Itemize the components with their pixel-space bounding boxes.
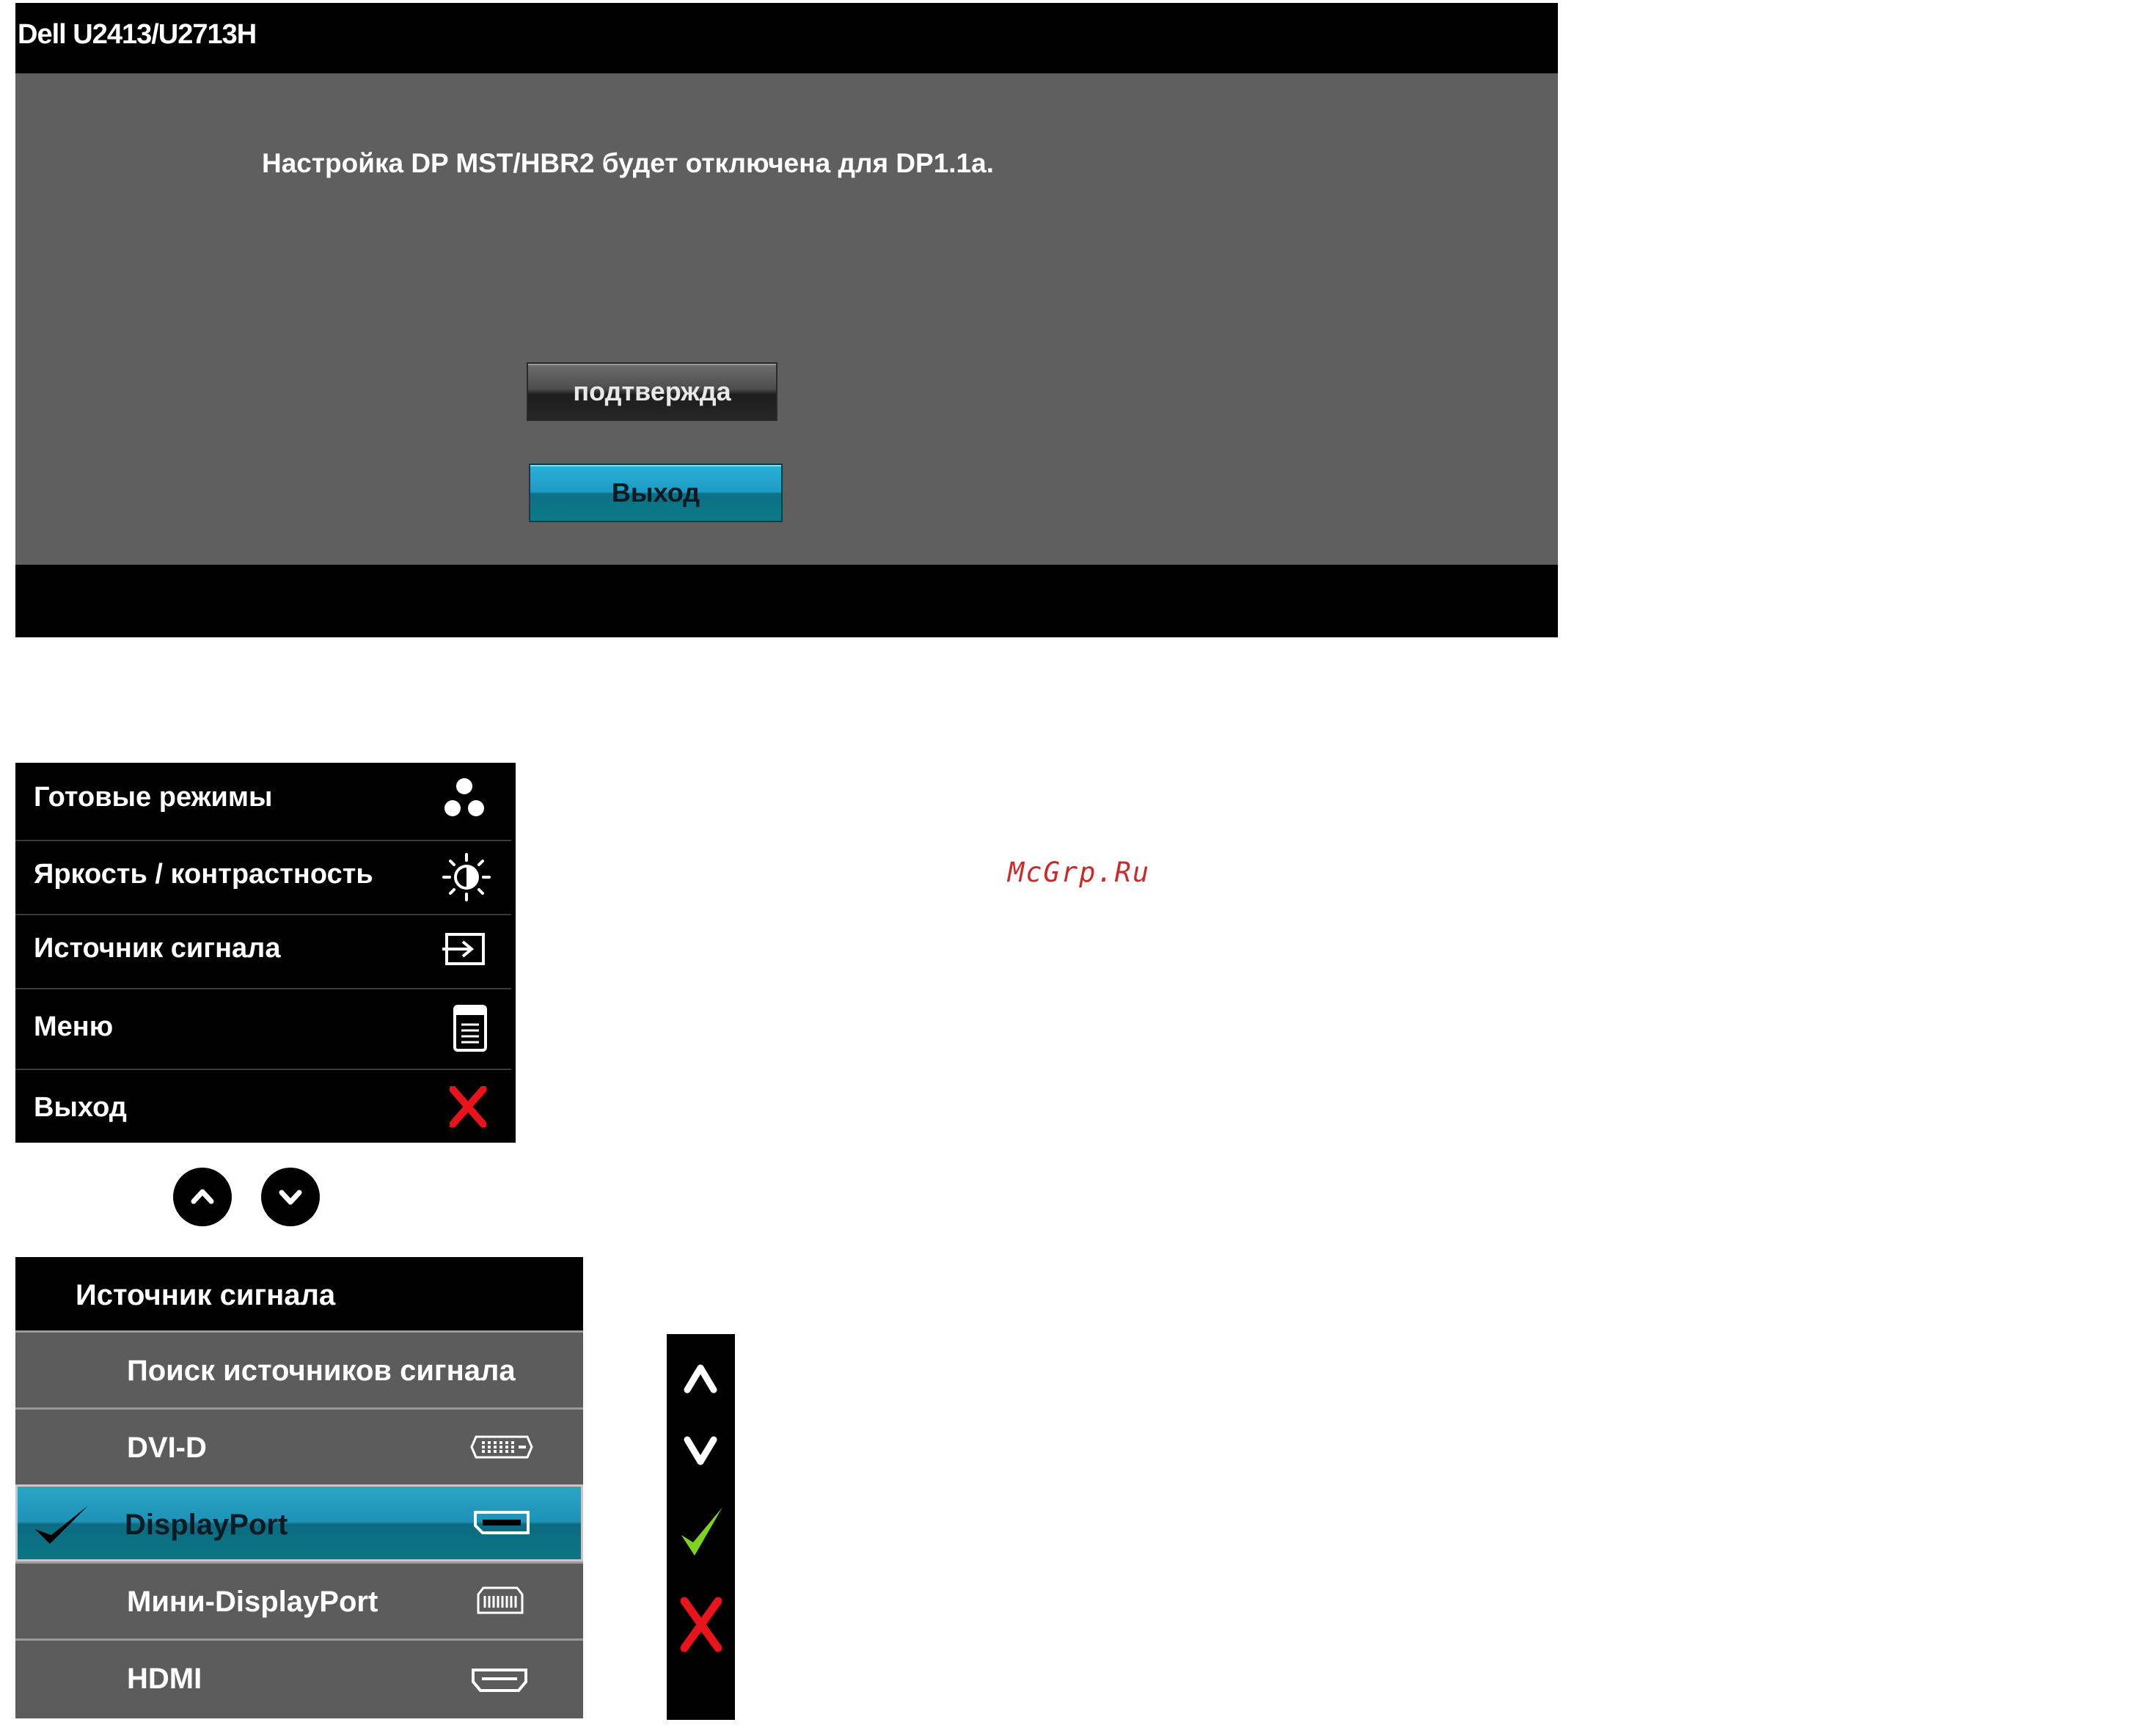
osd-dialog-window: Dell U2413/U2713H Настройка DP MST/HBR2 … [15, 3, 1558, 637]
quick-menu-item-preset-modes[interactable]: Готовые режимы [15, 763, 511, 841]
hdmi-connector-icon [470, 1667, 529, 1697]
source-item-dvi-d[interactable]: DVI-D [15, 1407, 583, 1483]
brightness-contrast-icon [441, 851, 492, 907]
source-item-label: DisplayPort [125, 1509, 288, 1541]
input-source-icon [441, 931, 486, 972]
source-item-displayport[interactable]: DisplayPort [15, 1484, 583, 1561]
source-item-mini-displayport[interactable]: Мини-DisplayPort [15, 1561, 583, 1637]
menu-icon [453, 1004, 488, 1056]
quick-menu-item-input-source[interactable]: Источник сигнала [15, 915, 511, 989]
quick-menu-item-brightness[interactable]: Яркость / контрастность [15, 841, 511, 915]
nav-down-button[interactable] [261, 1168, 320, 1226]
quick-menu-item-label: Источник сигнала [34, 933, 281, 964]
nav-up-button[interactable] [173, 1168, 232, 1226]
side-control-bar [667, 1334, 735, 1720]
source-item-label: DVI-D [127, 1432, 207, 1464]
source-item-label: HDMI [127, 1663, 202, 1695]
quick-menu-item-label: Меню [34, 1011, 114, 1042]
displayport-connector-icon [472, 1510, 531, 1539]
confirm-button-label: подтвержда [573, 376, 731, 406]
quick-menu-item-menu[interactable]: Меню [15, 989, 511, 1070]
up-arrow-icon [684, 1364, 717, 1393]
quick-menu-item-label: Выход [34, 1092, 127, 1123]
quick-menu-item-label: Готовые режимы [34, 782, 273, 813]
source-menu-header: Источник сигнала [15, 1257, 583, 1330]
selected-check-icon [32, 1503, 91, 1552]
side-confirm-button[interactable] [667, 1500, 735, 1573]
source-item-auto-select[interactable]: Поиск источников сигнала [15, 1330, 583, 1406]
watermark: McGrp.Ru [1008, 857, 1151, 888]
exit-x-icon [680, 1597, 722, 1652]
quick-menu-item-label: Яркость / контрастность [34, 859, 373, 890]
mini-displayport-connector-icon [476, 1586, 524, 1619]
source-item-hdmi[interactable]: HDMI [15, 1638, 583, 1718]
side-up-button[interactable] [667, 1349, 735, 1415]
side-exit-button[interactable] [667, 1591, 735, 1671]
chevron-down-icon [279, 1190, 302, 1205]
dvi-connector-icon [470, 1434, 533, 1464]
preset-modes-icon [441, 776, 488, 827]
exit-x-icon [449, 1085, 487, 1131]
source-menu-title: Источник сигнала [76, 1279, 336, 1311]
confirm-check-icon [681, 1507, 722, 1556]
dialog-title: Dell U2413/U2713H [18, 19, 257, 50]
input-source-menu: Источник сигнала Поиск источников сигнал… [15, 1257, 583, 1718]
dialog-body: Настройка DP MST/HBR2 будет отключена дл… [15, 73, 1558, 565]
quick-menu-item-exit[interactable]: Выход [15, 1070, 511, 1143]
source-item-label: Поиск источников сигнала [127, 1355, 516, 1387]
down-arrow-icon [684, 1436, 717, 1465]
quick-menu: Готовые режимы Яркость / контрастность И… [15, 763, 516, 1143]
dialog-message: Настройка DP MST/HBR2 будет отключена дл… [262, 148, 995, 178]
side-down-button[interactable] [667, 1421, 735, 1494]
confirm-button[interactable]: подтвержда [527, 362, 777, 421]
exit-button-label: Выход [611, 477, 700, 508]
exit-button[interactable]: Выход [529, 464, 783, 522]
source-item-label: Мини-DisplayPort [127, 1586, 378, 1618]
chevron-up-icon [191, 1189, 214, 1204]
